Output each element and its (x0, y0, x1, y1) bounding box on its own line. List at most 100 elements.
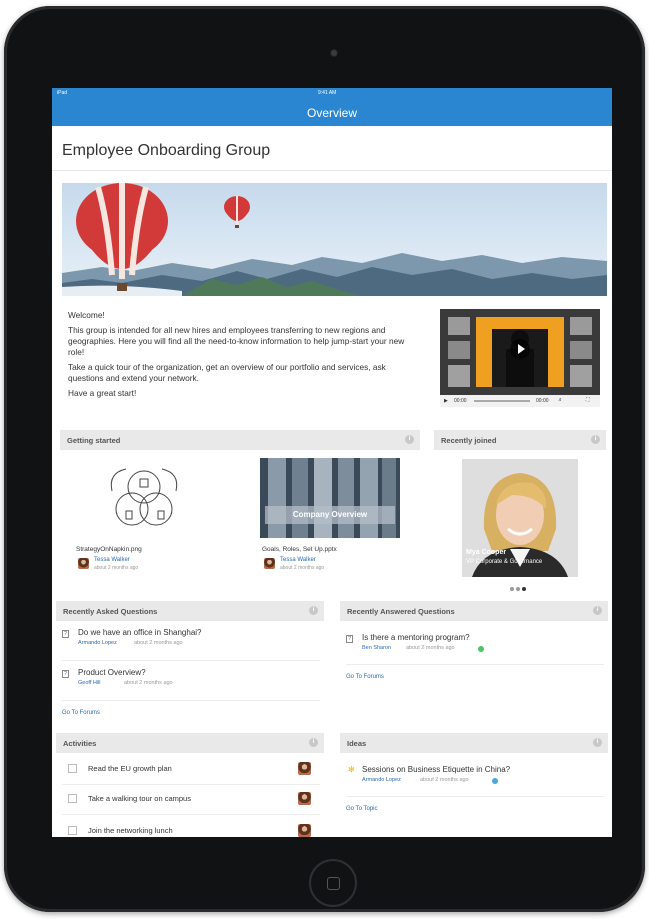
author-name[interactable]: Armando Lopez (362, 777, 401, 783)
member-card[interactable]: Mya Cooper VP Corporate & Governance (462, 459, 578, 577)
author-name[interactable]: Ben Sharon (362, 645, 391, 651)
file-thumbnail-company-overview[interactable]: Company Overview (260, 458, 400, 538)
status-time: 9:41 AM (318, 90, 337, 96)
lightbulb-icon: ✻ (348, 765, 355, 774)
question-title[interactable]: Is there a mentoring program? (362, 633, 470, 642)
idea-title[interactable]: Sessions on Business Etiquette in China? (362, 765, 510, 774)
avatar (264, 558, 275, 569)
question-item[interactable]: ? Do we have an office in Shanghai? Arma… (62, 628, 322, 652)
panel-title: Recently Asked Questions (63, 607, 158, 616)
checkbox-icon[interactable] (68, 826, 77, 835)
recently-joined-header: Recently joined i (434, 430, 606, 450)
play-button[interactable]: ▶ (444, 398, 448, 404)
avatar (78, 558, 89, 569)
top-bar: iPad 9:41 AM Overview (52, 88, 612, 126)
recently-asked-header: Recently Asked Questions i (56, 601, 324, 621)
video-duration: 00:00 (536, 398, 549, 404)
carousel-dot[interactable] (510, 587, 514, 591)
member-name: Mya Cooper (466, 549, 507, 556)
activity-label: Join the networking lunch (88, 826, 173, 835)
panel-title: Recently joined (441, 436, 497, 445)
status-icon (492, 778, 498, 784)
file-thumbnail-napkin[interactable] (102, 461, 186, 539)
go-to-topic-link[interactable]: Go To Topic (346, 806, 377, 812)
group-title: Employee Onboarding Group (62, 142, 271, 159)
author-name[interactable]: Tessa Walker (280, 557, 316, 563)
welcome-text: Welcome! This group is intended for all … (68, 310, 413, 403)
play-icon[interactable] (510, 339, 530, 359)
info-icon[interactable]: i (309, 606, 318, 615)
divider (62, 814, 320, 815)
screen: iPad 9:41 AM Overview Employee Onboardin… (52, 88, 612, 837)
divider (62, 700, 320, 701)
page-title: Overview (306, 106, 357, 120)
activity-item[interactable]: Join the networking lunch (68, 824, 318, 837)
question-item[interactable]: ? Is there a mentoring program? Ben Shar… (346, 633, 606, 657)
file-name[interactable]: Goals, Roles, Set Up.pptx (262, 546, 337, 553)
video-current-time: 00:00 (454, 398, 467, 404)
go-to-forums-link[interactable]: Go To Forums (346, 674, 384, 680)
author-name[interactable]: Geoff Hill (78, 680, 101, 686)
question-icon: ? (346, 635, 353, 643)
timestamp: about 2 months ago (406, 645, 455, 651)
answered-check-icon (478, 646, 484, 652)
timestamp: about 2 months ago (420, 777, 469, 783)
video-player[interactable]: ▶ 00:00 00:00 ♬ ⛶ (440, 309, 600, 407)
question-title[interactable]: Product Overview? (78, 668, 146, 677)
info-icon[interactable]: i (309, 738, 318, 747)
info-icon[interactable]: i (593, 606, 602, 615)
divider (52, 170, 612, 171)
recently-answered-header: Recently Answered Questions i (340, 601, 608, 621)
volume-icon[interactable]: ♬ (558, 397, 563, 403)
info-icon[interactable]: i (405, 435, 414, 444)
fullscreen-icon[interactable]: ⛶ (586, 397, 590, 403)
panel-title: Getting started (67, 436, 121, 445)
author-name[interactable]: Tessa Walker (94, 557, 130, 563)
idea-item[interactable]: ✻ Sessions on Business Etiquette in Chin… (346, 765, 606, 789)
activity-item[interactable]: Read the EU growth plan (68, 762, 318, 781)
welcome-paragraph: Have a great start! (68, 388, 137, 398)
progress-bar[interactable] (474, 400, 530, 402)
ideas-header: Ideas i (340, 733, 608, 753)
camera-icon (331, 50, 337, 56)
avatar (298, 792, 311, 805)
welcome-paragraph: Take a quick tour of the organization, g… (68, 362, 386, 383)
activity-item[interactable]: Take a walking tour on campus (68, 792, 318, 811)
info-icon[interactable]: i (593, 738, 602, 747)
checkbox-icon[interactable] (68, 764, 77, 773)
timestamp: about 2 months ago (280, 565, 325, 571)
divider (346, 796, 604, 797)
question-icon: ? (62, 670, 69, 678)
divider (62, 660, 320, 661)
carousel-dot[interactable] (516, 587, 520, 591)
author-name[interactable]: Armando Lopez (78, 640, 117, 646)
banner-image (62, 183, 607, 296)
avatar (298, 762, 311, 775)
divider (346, 664, 604, 665)
file-card[interactable]: Goals, Roles, Set Up.pptx Tessa Walker a… (262, 546, 402, 576)
info-icon[interactable]: i (591, 435, 600, 444)
welcome-paragraph: This group is intended for all new hires… (68, 325, 405, 357)
question-icon: ? (62, 630, 69, 638)
question-title[interactable]: Do we have an office in Shanghai? (78, 628, 202, 637)
member-role: VP Corporate & Governance (466, 559, 543, 565)
go-to-forums-link[interactable]: Go To Forums (62, 710, 100, 716)
timestamp: about 2 months ago (94, 565, 139, 571)
welcome-heading: Welcome! (68, 310, 105, 320)
checkbox-icon[interactable] (68, 794, 77, 803)
getting-started-header: Getting started i (60, 430, 420, 450)
activity-label: Read the EU growth plan (88, 764, 172, 773)
carousel-dots[interactable] (510, 587, 528, 591)
avatar (298, 824, 311, 837)
file-name[interactable]: StrategyOnNapkin.png (76, 546, 142, 553)
status-carrier: iPad (57, 90, 68, 96)
activity-label: Take a walking tour on campus (88, 794, 191, 803)
question-item[interactable]: ? Product Overview? Geoff Hill about 2 m… (62, 668, 322, 692)
thumbnail-overlay-title: Company Overview (265, 506, 395, 524)
carousel-dot[interactable] (522, 587, 526, 591)
file-card[interactable]: StrategyOnNapkin.png Tessa Walker about … (76, 546, 216, 576)
home-button[interactable] (309, 859, 357, 907)
timestamp: about 2 months ago (124, 680, 173, 686)
home-button-icon (327, 877, 340, 890)
panel-title: Activities (63, 739, 97, 748)
